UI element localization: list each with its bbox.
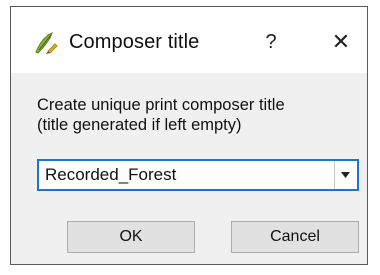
dialog-titlebar[interactable]: Composer title ? ✕	[11, 7, 367, 73]
prompt-line-1: Create unique print composer title	[37, 96, 285, 114]
close-button[interactable]: ✕	[327, 27, 355, 57]
title-input[interactable]	[39, 161, 329, 189]
title-combobox[interactable]	[37, 159, 359, 191]
prompt-label: Create unique print composer title (titl…	[37, 95, 357, 135]
help-button[interactable]: ?	[257, 27, 285, 57]
composer-title-dialog: Composer title ? ✕ Create unique print c…	[10, 6, 368, 265]
close-icon: ✕	[331, 29, 351, 54]
chevron-down-icon	[341, 172, 350, 178]
cancel-button[interactable]: Cancel	[231, 221, 359, 253]
qgis-composer-icon	[33, 31, 59, 55]
dialog-title: Composer title	[69, 31, 200, 53]
ok-button[interactable]: OK	[67, 221, 195, 253]
prompt-line-2: (title generated if left empty)	[37, 116, 242, 134]
dropdown-button[interactable]	[334, 161, 357, 189]
